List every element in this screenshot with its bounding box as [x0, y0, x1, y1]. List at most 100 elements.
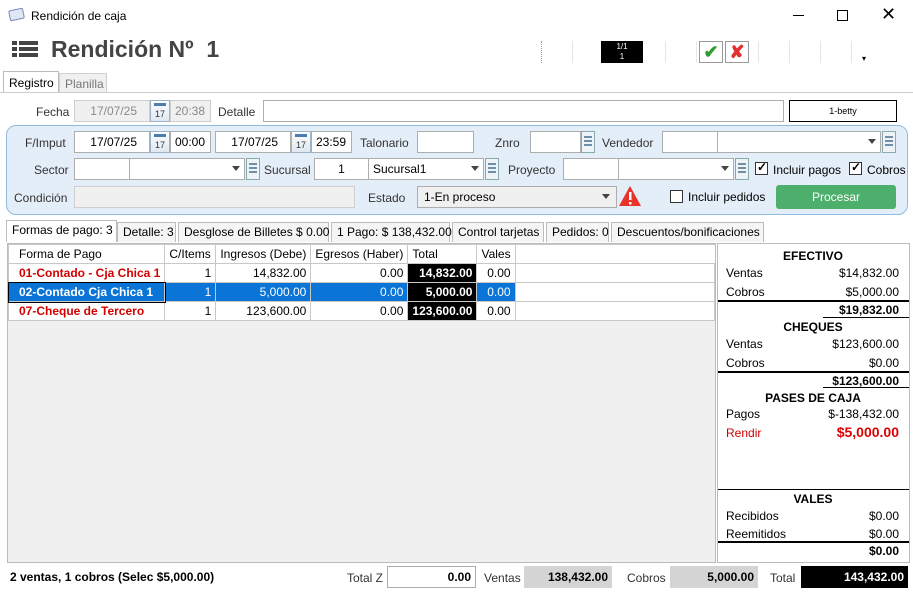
maximize-icon[interactable]	[837, 10, 848, 21]
proyecto-select[interactable]	[618, 158, 734, 180]
vales-title: VALES	[793, 492, 833, 506]
user-badge: 1-betty	[789, 100, 897, 122]
tab-descuentos[interactable]: Descuentos/bonificaciones	[611, 222, 764, 242]
cell-total[interactable]: 5,000.00	[407, 282, 478, 302]
tab-pedidos[interactable]: Pedidos: 0	[546, 222, 609, 242]
cancel-icon[interactable]: ✘	[725, 41, 749, 63]
znro-input[interactable]	[530, 131, 581, 153]
from-time-input[interactable]: 00:00	[170, 131, 211, 153]
scroll-down-icon[interactable]: ▾	[862, 55, 870, 63]
proyecto-code-input[interactable]	[563, 158, 619, 180]
cell-items[interactable]: 1	[164, 282, 217, 302]
chevron-down-icon[interactable]	[602, 194, 610, 199]
incluir-pagos-checkbox[interactable]	[755, 160, 768, 175]
cell-total[interactable]: 123,600.00	[407, 301, 478, 321]
cell-ingresos[interactable]: 123,600.00	[215, 301, 312, 321]
chevron-down-icon[interactable]	[232, 166, 240, 171]
vales-total: $0.00	[868, 544, 899, 558]
record-counter: 1/1 1	[601, 41, 643, 63]
znro-lookup-icon[interactable]	[581, 131, 595, 153]
proyecto-label: Proyecto	[508, 163, 556, 177]
calendar-icon[interactable]: 17	[150, 100, 170, 122]
detalle-input[interactable]	[263, 100, 784, 122]
minimize-icon[interactable]	[793, 15, 804, 16]
cell-vales[interactable]: 0.00	[476, 282, 516, 302]
vendedor-label: Vendedor	[602, 136, 654, 150]
tab-desglose[interactable]: Desglose de Billetes $ 0.00	[178, 222, 329, 242]
from-date-input[interactable]: 17/07/25	[74, 131, 150, 153]
vendedor-select[interactable]	[717, 131, 881, 153]
sector-lookup-icon[interactable]	[246, 158, 260, 180]
fimput-label: F/Imput	[25, 136, 66, 150]
cell-forma[interactable]: 02-Contado Cja Chica 1	[7, 281, 166, 303]
procesar-button[interactable]: Procesar	[776, 185, 896, 209]
fecha-time-field[interactable]: 20:38	[170, 100, 211, 122]
fecha-field[interactable]: 17/07/25	[74, 100, 150, 122]
cheques-ventas: $123,600.00	[832, 337, 899, 351]
to-time-input[interactable]: 23:59	[311, 131, 352, 153]
talonario-input[interactable]	[417, 131, 474, 153]
calendar-icon[interactable]: 17	[150, 131, 170, 153]
cobros-checkbox[interactable]	[849, 160, 862, 175]
vendedor-lookup-icon[interactable]	[882, 131, 896, 153]
sector-code-input[interactable]	[74, 158, 130, 180]
col-total[interactable]: Total	[407, 244, 478, 264]
cell-forma[interactable]: 07-Cheque de Tercero	[7, 301, 166, 321]
confirm-icon[interactable]: ✔	[699, 41, 723, 63]
tab-pago[interactable]: 1 Pago: $ 138,432.00	[331, 222, 452, 242]
footer-cobros: 5,000.00	[670, 566, 758, 588]
detalle-label: Detalle	[218, 105, 256, 119]
table-row[interactable]: 01-Contado - Cja Chica 1 1 14,832.00 0.0…	[7, 263, 716, 283]
tab-detalle[interactable]: Detalle: 3	[117, 222, 176, 242]
sector-select[interactable]	[129, 158, 245, 180]
vendedor-code-input[interactable]	[662, 131, 718, 153]
cell-vales[interactable]: 0.00	[476, 301, 516, 321]
table-row[interactable]: 02-Contado Cja Chica 1 1 5,000.00 0.00 5…	[7, 281, 716, 303]
sucursal-select[interactable]: Sucursal1	[368, 158, 484, 180]
sector-label: Sector	[34, 163, 69, 177]
table-row[interactable]: 07-Cheque de Tercero 1 123,600.00 0.00 1…	[7, 301, 716, 321]
page-title: Rendición Nº 1	[51, 36, 220, 62]
tab-registro[interactable]: Registro	[3, 71, 59, 93]
calendar-icon[interactable]: 17	[291, 131, 311, 153]
cell-items[interactable]: 1	[164, 263, 217, 283]
efectivo-cobros: $5,000.00	[845, 285, 899, 299]
col-items[interactable]: C/Items	[164, 244, 217, 264]
col-ingresos[interactable]: Ingresos (Debe)	[215, 244, 312, 264]
fecha-label: Fecha	[36, 105, 70, 119]
col-vales[interactable]: Vales	[476, 244, 516, 264]
estado-select[interactable]: 1-En proceso	[417, 186, 617, 208]
to-date-input[interactable]: 17/07/25	[215, 131, 291, 153]
cell-vales[interactable]: 0.00	[476, 263, 516, 283]
cell-ingresos[interactable]: 5,000.00	[215, 282, 312, 302]
sucursal-lookup-icon[interactable]	[485, 158, 499, 180]
incluir-pedidos-checkbox[interactable]	[670, 190, 683, 203]
tab-planilla[interactable]: Planilla	[59, 73, 107, 93]
chevron-down-icon[interactable]	[868, 139, 876, 144]
col-egresos[interactable]: Egresos (Haber)	[310, 244, 409, 264]
cheques-title: CHEQUES	[783, 320, 843, 334]
close-icon[interactable]: ✕	[881, 5, 896, 23]
total-z-input[interactable]: 0.00	[387, 566, 476, 588]
efectivo-total: $19,832.00	[838, 303, 899, 317]
tab-formas-de-pago[interactable]: Formas de pago: 3	[6, 220, 117, 242]
cell-total[interactable]: 14,832.00	[407, 263, 478, 283]
condicion-label: Condición	[14, 191, 68, 205]
cell-egresos[interactable]: 0.00	[310, 263, 409, 283]
cell-egresos[interactable]: 0.00	[310, 301, 409, 321]
proyecto-lookup-icon[interactable]	[735, 158, 749, 180]
chevron-down-icon[interactable]	[471, 166, 479, 171]
cell-ingresos[interactable]: 14,832.00	[215, 263, 312, 283]
sucursal-label: Sucursal	[264, 163, 311, 177]
cell-forma[interactable]: 01-Contado - Cja Chica 1	[7, 263, 166, 283]
incluir-pedidos-label: Incluir pedidos	[688, 190, 766, 204]
col-forma-pago[interactable]: Forma de Pago	[7, 244, 166, 264]
cell-egresos[interactable]: 0.00	[310, 282, 409, 302]
cell-items[interactable]: 1	[164, 301, 217, 321]
talonario-label: Talonario	[360, 136, 409, 150]
chevron-down-icon[interactable]	[721, 166, 729, 171]
sucursal-code-input[interactable]: 1	[314, 158, 369, 180]
menu-icon[interactable]	[12, 40, 38, 58]
tab-control-tarjetas[interactable]: Control tarjetas	[452, 222, 544, 242]
app-icon	[8, 7, 25, 22]
